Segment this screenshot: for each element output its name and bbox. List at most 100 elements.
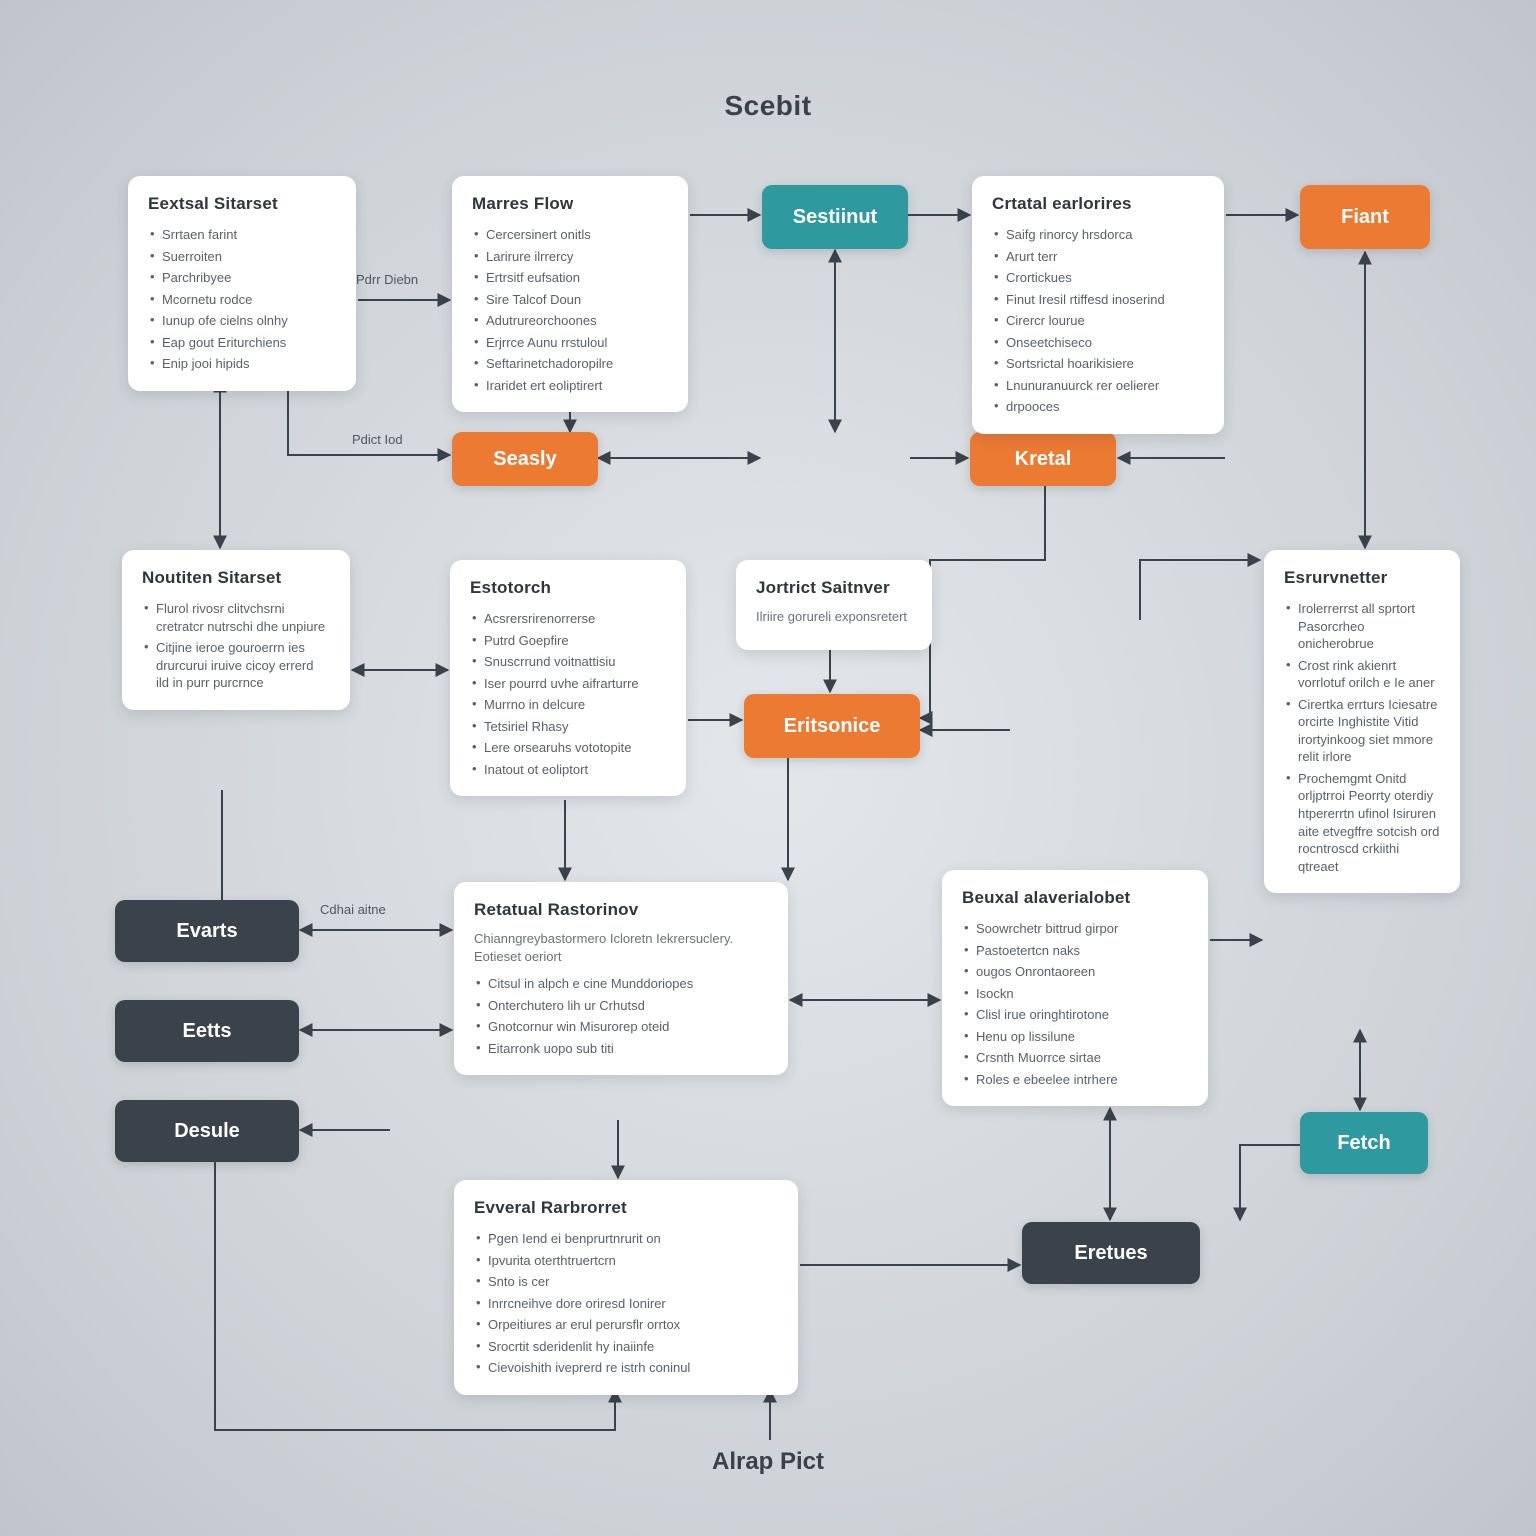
list-item: Isockn	[962, 983, 1188, 1005]
card-title: Eextsal Sitarset	[148, 194, 336, 214]
list-item: Eitarronk uopo sub titi	[474, 1038, 768, 1060]
edge-label-cdhai: Cdhai aitne	[320, 902, 386, 917]
list-item: Larirure ilrrercy	[472, 246, 668, 268]
list-item: Inrrcneihve dore oriresd Ionirer	[474, 1293, 778, 1315]
list-item: Lere orsearuhs vototopite	[470, 737, 666, 759]
card-list: Soowrchetr bittrud girporPastoetertcn na…	[962, 918, 1188, 1090]
list-item: Srocrtit sderidenlit hy inaiinfe	[474, 1336, 778, 1358]
node-kretal[interactable]: Kretal	[970, 432, 1116, 486]
card-title: Jortrict Saitnver	[756, 578, 912, 598]
list-item: Arurt terr	[992, 246, 1204, 268]
card-marres-flow[interactable]: Marres Flow Cercersinert onitlsLarirure …	[452, 176, 688, 412]
card-list: Pgen Iend ei benprurtnrurit onIpvurita o…	[474, 1228, 778, 1379]
list-item: Pgen Iend ei benprurtnrurit on	[474, 1228, 778, 1250]
node-fetch[interactable]: Fetch	[1300, 1112, 1428, 1174]
list-item: Flurol rivosr clitvchsrni cretratcr nutr…	[142, 598, 330, 637]
list-item: Cercersinert onitls	[472, 224, 668, 246]
list-item: Iser pourrd uvhe aifrarturre	[470, 673, 666, 695]
card-list: Irolerrerrst all sprtort Pasorcrheo onic…	[1284, 598, 1440, 877]
list-item: Soowrchetr bittrud girpor	[962, 918, 1188, 940]
card-title: Marres Flow	[472, 194, 668, 214]
edge-label-pdict: Pdict Iod	[352, 432, 403, 447]
list-item: Ertrsitf eufsation	[472, 267, 668, 289]
list-item: Parchribyee	[148, 267, 336, 289]
node-desule[interactable]: Desule	[115, 1100, 299, 1162]
list-item: Roles e ebeelee intrhere	[962, 1069, 1188, 1091]
card-list: Saifg rinorcy hrsdorcaArurt terrCrortick…	[992, 224, 1204, 418]
diagram-title-bottom: Alrap Pict	[712, 1448, 824, 1476]
list-item: Lnunuranuurck rer oelierer	[992, 375, 1204, 397]
card-estotorch[interactable]: Estotorch AcsrersrirenorrersePutrd Goepf…	[450, 560, 686, 796]
card-retatual-rastorinov[interactable]: Retatual Rastorinov Chianngreybastormero…	[454, 882, 788, 1075]
list-item: Iunup ofe cielns olnhy	[148, 310, 336, 332]
list-item: Cievoishith iveprerd re istrh coninul	[474, 1357, 778, 1379]
list-item: Cirertka errturs Iciesatre orcirte Inghi…	[1284, 694, 1440, 768]
list-item: Clisl irue oringhtirotone	[962, 1004, 1188, 1026]
diagram-title-top: Scebit	[724, 90, 811, 122]
card-evveral-rarbrorret[interactable]: Evveral Rarbrorret Pgen Iend ei benprurt…	[454, 1180, 798, 1395]
list-item: Inatout ot eoliptort	[470, 759, 666, 781]
list-item: Seftarinetchadoropilre	[472, 353, 668, 375]
card-title: Evveral Rarbrorret	[474, 1198, 778, 1218]
list-item: Acsrersrirenorrerse	[470, 608, 666, 630]
card-subtitle: Ilriire gorureli exponsretert	[756, 608, 912, 626]
card-title: Retatual Rastorinov	[474, 900, 768, 920]
list-item: Mcornetu rodce	[148, 289, 336, 311]
node-eetts[interactable]: Eetts	[115, 1000, 299, 1062]
list-item: Murrno in delcure	[470, 694, 666, 716]
list-item: Cirercr lourue	[992, 310, 1204, 332]
list-item: Citsul in alpch e cine Munddoriopes	[474, 973, 768, 995]
card-list: Cercersinert onitlsLarirure ilrrercyErtr…	[472, 224, 668, 396]
card-esrurvnetter[interactable]: Esrurvnetter Irolerrerrst all sprtort Pa…	[1264, 550, 1460, 893]
node-eritsonice[interactable]: Eritsonice	[744, 694, 920, 758]
list-item: Tetsiriel Rhasy	[470, 716, 666, 738]
list-item: Enip jooi hipids	[148, 353, 336, 375]
list-item: Snuscrrund voitnattisiu	[470, 651, 666, 673]
card-title: Estotorch	[470, 578, 666, 598]
list-item: Prochemgmt Onitd orljptrroi Peorrty oter…	[1284, 768, 1440, 877]
list-item: Crsnth Muorrce sirtae	[962, 1047, 1188, 1069]
card-title: Beuxal alaverialobet	[962, 888, 1188, 908]
list-item: Saifg rinorcy hrsdorca	[992, 224, 1204, 246]
card-list: Flurol rivosr clitvchsrni cretratcr nutr…	[142, 598, 330, 694]
list-item: Adutrureorchoones	[472, 310, 668, 332]
list-item: Sire Talcof Doun	[472, 289, 668, 311]
list-item: Iraridet ert eoliptirert	[472, 375, 668, 397]
node-sestiinut[interactable]: Sestiinut	[762, 185, 908, 249]
list-item: Sortsrictal hoarikisiere	[992, 353, 1204, 375]
list-item: Suerroiten	[148, 246, 336, 268]
list-item: Finut Iresil rtiffesd inoserind	[992, 289, 1204, 311]
list-item: Onseetchiseco	[992, 332, 1204, 354]
list-item: Erjrrce Aunu rrstuloul	[472, 332, 668, 354]
list-item: Henu op lissilune	[962, 1026, 1188, 1048]
list-item: Crortickues	[992, 267, 1204, 289]
card-jortrict-saitnver[interactable]: Jortrict Saitnver Ilriire gorureli expon…	[736, 560, 932, 650]
card-list: Srrtaen farintSuerroitenParchribyeeMcorn…	[148, 224, 336, 375]
list-item: Crost rink akienrt vorrlotuf orilch e Ie…	[1284, 655, 1440, 694]
list-item: Putrd Goepfire	[470, 630, 666, 652]
list-item: Srrtaen farint	[148, 224, 336, 246]
list-item: ougos Onrontaoreen	[962, 961, 1188, 983]
node-evarts[interactable]: Evarts	[115, 900, 299, 962]
card-title: Noutiten Sitarset	[142, 568, 330, 588]
list-item: Pastoetertcn naks	[962, 940, 1188, 962]
node-fiant[interactable]: Fiant	[1300, 185, 1430, 249]
card-eextsal-sitarset[interactable]: Eextsal Sitarset Srrtaen farintSuerroite…	[128, 176, 356, 391]
list-item: Orpeitiures ar erul perursflr orrtox	[474, 1314, 778, 1336]
list-item: Eap gout Eriturchiens	[148, 332, 336, 354]
list-item: Citjine ieroe gouroerrn ies drurcurui ir…	[142, 637, 330, 694]
node-seasly[interactable]: Seasly	[452, 432, 598, 486]
list-item: Irolerrerrst all sprtort Pasorcrheo onic…	[1284, 598, 1440, 655]
list-item: Onterchutero lih ur Crhutsd	[474, 995, 768, 1017]
card-list: AcsrersrirenorrersePutrd GoepfireSnuscrr…	[470, 608, 666, 780]
node-eretues[interactable]: Eretues	[1022, 1222, 1200, 1284]
card-beuxal-alaverialobet[interactable]: Beuxal alaverialobet Soowrchetr bittrud …	[942, 870, 1208, 1106]
card-noutiten-sitarset[interactable]: Noutiten Sitarset Flurol rivosr clitvchs…	[122, 550, 350, 710]
card-subtitle: Chianngreybastormero Icloretn Iekrersucl…	[474, 930, 768, 965]
list-item: Ipvurita oterthtruertcrn	[474, 1250, 778, 1272]
card-crtatal-earlorires[interactable]: Crtatal earlorires Saifg rinorcy hrsdorc…	[972, 176, 1224, 434]
list-item: drpooces	[992, 396, 1204, 418]
list-item: Snto is cer	[474, 1271, 778, 1293]
edge-label-pdir: Pdrr Diebn	[356, 272, 418, 287]
card-title: Crtatal earlorires	[992, 194, 1204, 214]
